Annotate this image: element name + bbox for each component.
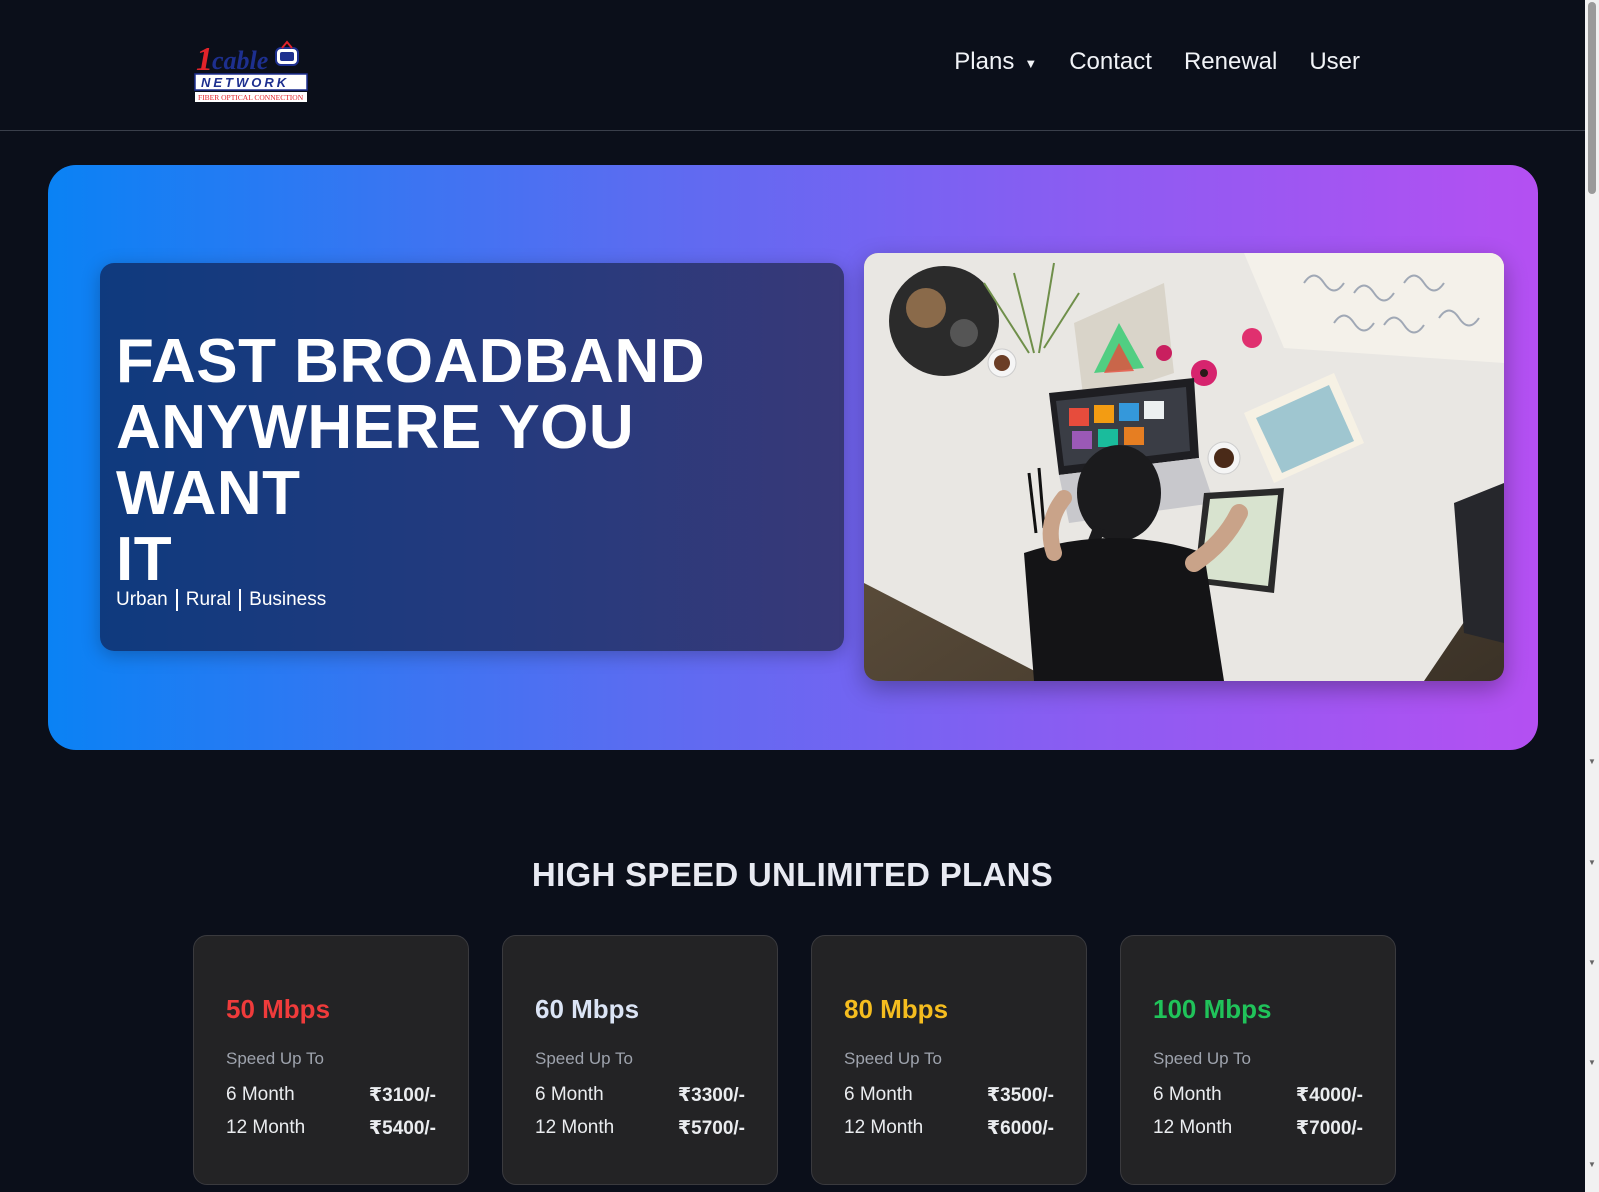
hero-title-line: IT xyxy=(116,525,173,594)
plan-term: 6 Month xyxy=(1153,1084,1222,1105)
caret-down-icon: ▼ xyxy=(1024,55,1038,71)
nav-contact[interactable]: Contact xyxy=(1069,48,1152,76)
nav-renewal-label: Renewal xyxy=(1183,48,1278,75)
plans-grid: 50 Mbps Speed Up To 6 Month ₹3100/- 12 M… xyxy=(193,935,1396,1185)
scroll-down-icon: ▼ xyxy=(1588,1160,1596,1169)
plan-speed: 80 Mbps xyxy=(844,994,949,1024)
plan-row: 12 Month ₹6000/- xyxy=(844,1117,1054,1140)
tag-divider xyxy=(175,589,178,611)
plan-price: ₹3100/- xyxy=(368,1085,436,1106)
site-header: 1 cable NETWORK FIBER OPTICAL CONNECTION… xyxy=(0,0,1585,131)
plan-price: ₹7000/- xyxy=(1295,1118,1363,1139)
plan-row: 12 Month ₹7000/- xyxy=(1153,1117,1363,1140)
nav-contact-label: Contact xyxy=(1069,48,1152,75)
plan-price: ₹6000/- xyxy=(986,1118,1054,1139)
hero-title-line: ANYWHERE YOU WANT xyxy=(116,393,635,528)
scroll-down-icon: ▼ xyxy=(1588,858,1596,867)
nav-user[interactable]: User xyxy=(1309,48,1360,76)
plan-sub: Speed Up To xyxy=(535,1049,633,1068)
plan-card-50[interactable]: 50 Mbps Speed Up To 6 Month ₹3100/- 12 M… xyxy=(193,935,469,1185)
plan-row: 6 Month ₹3300/- xyxy=(535,1084,745,1107)
plan-term: 6 Month xyxy=(844,1084,913,1105)
brand-logo[interactable]: 1 cable NETWORK FIBER OPTICAL CONNECTION xyxy=(194,38,314,106)
plan-sub: Speed Up To xyxy=(844,1049,942,1068)
plan-price: ₹5700/- xyxy=(677,1118,745,1139)
svg-text:cable: cable xyxy=(212,46,268,75)
plan-row: 6 Month ₹3100/- xyxy=(226,1084,436,1107)
plan-row: 6 Month ₹3500/- xyxy=(844,1084,1054,1107)
svg-text:1: 1 xyxy=(196,41,213,78)
hero-photo xyxy=(864,253,1504,681)
plan-term: 12 Month xyxy=(535,1117,615,1138)
hero-title: FAST BROADBAND ANYWHERE YOU WANT IT xyxy=(116,329,836,593)
hero-photo-illustration xyxy=(864,253,1504,681)
plan-speed: 100 Mbps xyxy=(1153,994,1272,1024)
scrollbar-thumb[interactable] xyxy=(1588,2,1596,194)
plan-row: 12 Month ₹5700/- xyxy=(535,1117,745,1140)
plan-card-100[interactable]: 100 Mbps Speed Up To 6 Month ₹4000/- 12 … xyxy=(1120,935,1396,1185)
nav-renewal[interactable]: Renewal xyxy=(1184,48,1277,76)
hero-text-card: FAST BROADBAND ANYWHERE YOU WANT IT Urba… xyxy=(100,263,844,651)
tag-business: Business xyxy=(249,589,327,610)
plan-sub: Speed Up To xyxy=(226,1049,324,1068)
plan-term: 12 Month xyxy=(844,1117,924,1138)
scroll-down-icon: ▼ xyxy=(1588,757,1596,766)
plan-speed: 50 Mbps xyxy=(226,994,331,1024)
plan-price: ₹3300/- xyxy=(677,1085,745,1106)
page: 1 cable NETWORK FIBER OPTICAL CONNECTION… xyxy=(0,0,1599,1192)
logo-network-text: NETWORK xyxy=(201,75,289,90)
hero-title-line: FAST BROADBAND xyxy=(116,327,706,396)
tag-urban: Urban xyxy=(116,589,168,610)
plans-heading: HIGH SPEED UNLIMITED PLANS xyxy=(531,856,1054,893)
svg-text:FIBER OPTICAL CONNECTION: FIBER OPTICAL CONNECTION xyxy=(198,93,304,102)
plan-term: 12 Month xyxy=(226,1117,306,1138)
scroll-down-icon: ▼ xyxy=(1588,1058,1596,1067)
plan-price: ₹4000/- xyxy=(1295,1085,1363,1106)
plan-term: 6 Month xyxy=(535,1084,604,1105)
plan-row: 12 Month ₹5400/- xyxy=(226,1117,436,1140)
plan-card-60[interactable]: 60 Mbps Speed Up To 6 Month ₹3300/- 12 M… xyxy=(502,935,778,1185)
plan-price: ₹3500/- xyxy=(986,1085,1054,1106)
plan-term: 12 Month xyxy=(1153,1117,1233,1138)
hero-banner: FAST BROADBAND ANYWHERE YOU WANT IT Urba… xyxy=(48,165,1538,750)
plan-card-80[interactable]: 80 Mbps Speed Up To 6 Month ₹3500/- 12 M… xyxy=(811,935,1087,1185)
tag-divider xyxy=(239,589,242,611)
plan-price: ₹5400/- xyxy=(368,1118,436,1139)
hero-tags: Urban Rural Business xyxy=(116,589,326,611)
nav-plans-label: Plans xyxy=(954,48,1015,75)
logo-graphic: 1 cable NETWORK FIBER OPTICAL CONNECTION xyxy=(194,38,314,106)
nav-user-label: User xyxy=(1309,48,1360,75)
plan-speed: 60 Mbps xyxy=(535,994,640,1024)
main-nav: Plans ▼ Contact Renewal User xyxy=(954,48,1360,76)
scroll-down-icon: ▼ xyxy=(1588,958,1596,967)
nav-plans[interactable]: Plans ▼ xyxy=(954,48,1037,76)
plan-sub: Speed Up To xyxy=(1153,1049,1251,1068)
plan-term: 6 Month xyxy=(226,1084,295,1105)
tag-rural: Rural xyxy=(185,589,232,610)
plan-row: 6 Month ₹4000/- xyxy=(1153,1084,1363,1107)
vertical-scrollbar[interactable]: ▼ ▼ ▼ ▼ ▼ xyxy=(1585,0,1599,1192)
